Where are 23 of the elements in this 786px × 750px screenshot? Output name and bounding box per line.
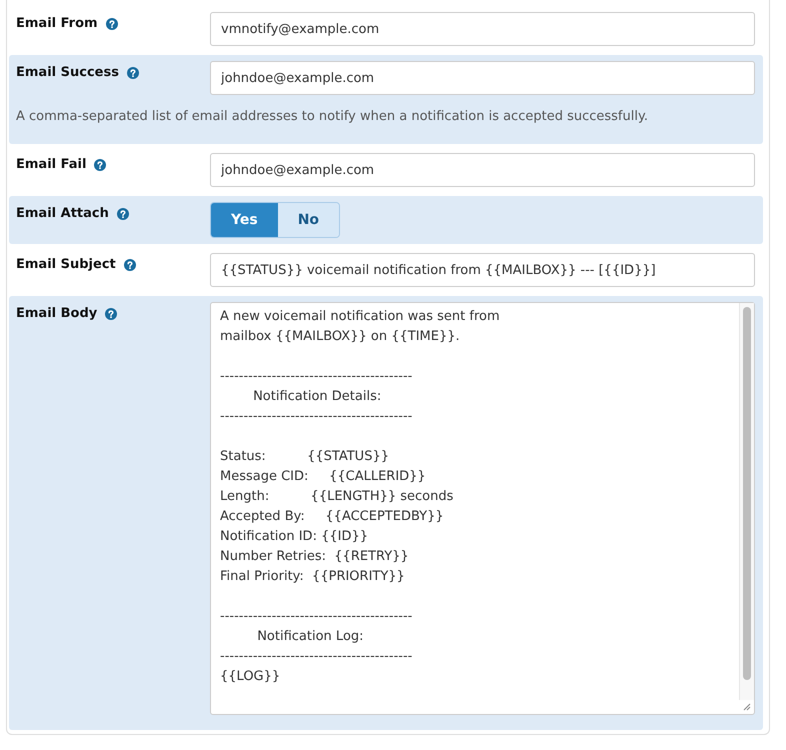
scrollbar[interactable] [739, 303, 754, 700]
input-field[interactable]: johndoe@example.com [210, 61, 755, 95]
help-icon[interactable] [126, 67, 139, 79]
input-field[interactable]: johndoe@example.com [210, 153, 755, 187]
help-icon[interactable] [105, 308, 118, 320]
field-label: Email Body [16, 306, 98, 321]
help-icon[interactable] [106, 18, 118, 30]
body-text: A new voicemail notification was sent from mailbox {{MAILBOX}} on {{TIME}}. ----------------------------------------- Notification Details: ----------------------------------------- Status: {{STATUS}} Message CID: {{CALLERID}} Length: {{LENGTH}} seconds Accepted By: {{ACCEPTEDBY}} Notification ID: {{ID}} Number Retries: {{RETRY}} Final Priority: {{PRIORITY}} ----------------------------------------- Notification Log: ----------------------------------------- {{LOG}} [219, 308, 501, 686]
toggle-option[interactable]: No [278, 203, 340, 237]
help-icon[interactable] [116, 208, 129, 220]
field-label: Email Fail [16, 157, 86, 172]
help-text: A comma-separated list of email addresses to notify when a notification is accepted successfully. [16, 109, 649, 124]
input-field[interactable]: {{STATUS}} voicemail notification from {{MAILBOX}} --- [{{ID}}] [210, 253, 755, 287]
textarea-field[interactable] [210, 302, 755, 715]
field-label: Email From [16, 16, 98, 31]
help-icon[interactable] [94, 159, 106, 171]
input-field[interactable]: vmnotify@example.com [210, 12, 755, 46]
resize-grip-icon[interactable] [743, 703, 751, 711]
field-label: Email Subject [16, 257, 116, 272]
toggle-option[interactable]: Yes [211, 203, 278, 237]
field-label: Email Attach [16, 206, 109, 221]
field-label: Email Success [16, 65, 119, 80]
help-icon[interactable] [124, 259, 136, 271]
